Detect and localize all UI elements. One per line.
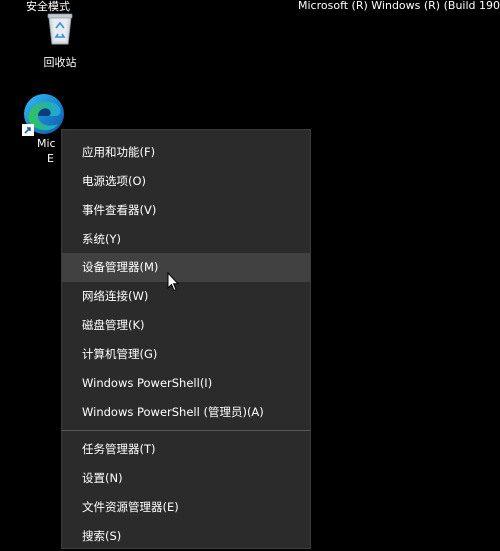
menu-item-file-explorer[interactable]: 文件资源管理器(E) bbox=[62, 493, 310, 522]
menu-item-network-connections[interactable]: 网络连接(W) bbox=[62, 282, 310, 311]
edge-label-second-line: E bbox=[47, 152, 54, 165]
edge-shortcut[interactable] bbox=[22, 92, 64, 140]
edge-label: Mic bbox=[37, 137, 56, 150]
menu-item-apps-and-features[interactable]: 应用和功能(F) bbox=[62, 138, 310, 167]
shortcut-arrow-icon bbox=[22, 124, 34, 136]
menu-item-disk-management[interactable]: 磁盘管理(K) bbox=[62, 311, 310, 340]
menu-item-settings[interactable]: 设置(N) bbox=[62, 464, 310, 493]
recycle-bin-label: 回收站 bbox=[43, 56, 77, 69]
winx-context-menu: 应用和功能(F) 电源选项(O) 事件查看器(V) 系统(Y) 设备管理器(M)… bbox=[61, 129, 311, 549]
menu-item-computer-management[interactable]: 计算机管理(G) bbox=[62, 340, 310, 369]
mouse-cursor-icon bbox=[167, 272, 179, 292]
menu-item-task-manager[interactable]: 任务管理器(T) bbox=[62, 435, 310, 464]
menu-item-event-viewer[interactable]: 事件查看器(V) bbox=[62, 196, 310, 225]
menu-separator bbox=[62, 430, 310, 431]
os-build-watermark: Microsoft (R) Windows (R) (Build 190 bbox=[298, 0, 500, 12]
recycle-bin-icon bbox=[47, 13, 73, 45]
menu-item-power-options[interactable]: 电源选项(O) bbox=[62, 167, 310, 196]
menu-item-device-manager[interactable]: 设备管理器(M) bbox=[62, 253, 310, 282]
recycle-bin-shortcut[interactable]: 回收站 bbox=[20, 10, 100, 70]
menu-item-system[interactable]: 系统(Y) bbox=[62, 225, 310, 254]
menu-item-powershell[interactable]: Windows PowerShell(I) bbox=[62, 369, 310, 398]
menu-item-powershell-admin[interactable]: Windows PowerShell (管理员)(A) bbox=[62, 398, 310, 427]
